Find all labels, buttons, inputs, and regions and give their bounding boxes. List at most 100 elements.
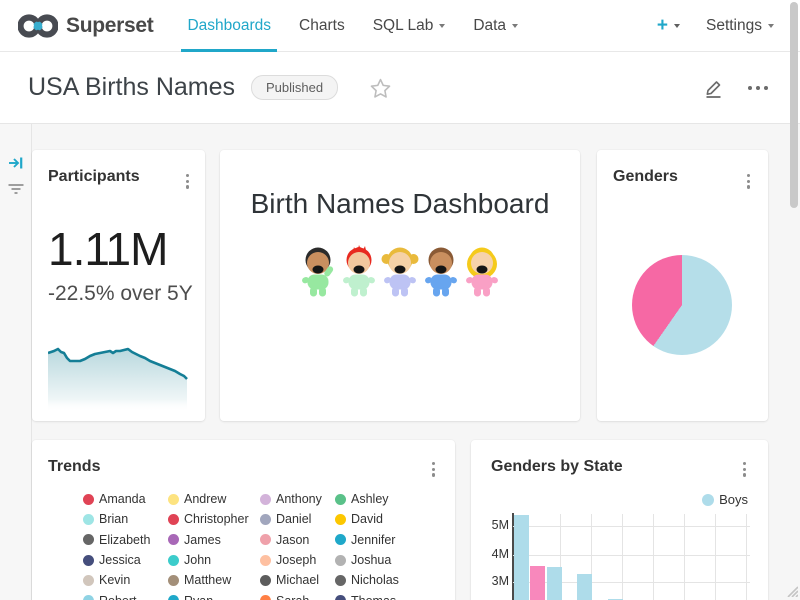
legend-item-matthew[interactable]: Matthew <box>168 570 260 590</box>
markdown-heading: Birth Names Dashboard <box>220 188 580 220</box>
gridline <box>653 514 654 600</box>
y-axis-tick-label: 3M <box>475 574 509 588</box>
resize-handle-icon[interactable] <box>784 583 798 597</box>
chart-title: Participants <box>48 168 189 186</box>
favorite-star-icon[interactable] <box>370 78 391 98</box>
legend-dot <box>168 494 179 505</box>
chevron-down-icon <box>768 24 774 28</box>
superset-logo[interactable]: Superset <box>18 12 153 40</box>
child-emoji <box>421 244 461 298</box>
child-emoji <box>380 244 420 298</box>
kebab-menu-icon[interactable] <box>428 458 439 481</box>
chevron-down-icon <box>512 24 518 28</box>
legend-dot <box>83 534 94 545</box>
legend-dot <box>168 575 179 586</box>
legend-item-james[interactable]: James <box>168 530 260 550</box>
legend-dot <box>168 514 179 525</box>
legend-item-thomas[interactable]: Thomas <box>335 590 439 600</box>
legend-dot <box>168 555 179 566</box>
child-emoji <box>339 244 379 298</box>
legend-item-jason[interactable]: Jason <box>260 530 335 550</box>
big-number-value: 1.11M <box>48 222 167 276</box>
child-emoji <box>298 244 338 298</box>
published-badge[interactable]: Published <box>251 75 338 100</box>
gridline <box>622 514 623 600</box>
legend-dot <box>335 575 346 586</box>
chart-legend: AmandaAndrewAnthonyAshley BrianChristophe… <box>83 489 439 600</box>
superset-infinity-icon <box>18 12 58 40</box>
plus-icon: + <box>657 15 668 37</box>
legend-item-anthony[interactable]: Anthony <box>260 489 335 509</box>
legend-dot <box>83 494 94 505</box>
chart-card-trends: Trends AmandaAndrewAnthonyAshley BrianChr… <box>32 440 455 600</box>
dashboard-header: USA Births Names Published <box>0 52 800 124</box>
legend-item-joshua[interactable]: Joshua <box>335 550 439 570</box>
legend-dot <box>335 494 346 505</box>
settings-menu[interactable]: Settings <box>706 17 774 35</box>
legend-item-amanda[interactable]: Amanda <box>83 489 168 509</box>
legend-item-daniel[interactable]: Daniel <box>260 509 335 529</box>
legend-item-andrew[interactable]: Andrew <box>168 489 260 509</box>
legend-dot <box>335 595 346 600</box>
legend-dot <box>83 514 94 525</box>
nav-dashboards[interactable]: Dashboards <box>173 0 285 52</box>
expand-filter-bar-icon[interactable] <box>7 154 25 172</box>
legend-item-elizabeth[interactable]: Elizabeth <box>83 530 168 550</box>
legend-dot <box>260 555 271 566</box>
bar-boys <box>547 567 562 600</box>
gridline <box>684 514 685 600</box>
legend-item-robert[interactable]: Robert <box>83 590 168 600</box>
trendline-chart <box>48 340 189 412</box>
child-emoji <box>462 244 502 298</box>
nav-charts[interactable]: Charts <box>285 0 359 52</box>
gridline <box>746 514 747 600</box>
pie-chart <box>632 255 732 355</box>
more-actions-icon[interactable] <box>744 82 772 94</box>
bar-chart: 5M4M3M <box>471 440 768 600</box>
legend-item-david[interactable]: David <box>335 509 439 529</box>
new-item-button[interactable]: + <box>657 15 680 37</box>
page-title: USA Births Names <box>28 73 235 102</box>
legend-dot <box>83 595 94 600</box>
legend-item-michael[interactable]: Michael <box>260 570 335 590</box>
big-number-delta: -22.5% over 5Y <box>48 282 193 306</box>
filter-icon[interactable] <box>7 181 25 197</box>
legend-dot <box>335 534 346 545</box>
legend-dot <box>260 595 271 600</box>
legend-dot <box>83 555 94 566</box>
gridline <box>715 514 716 600</box>
bar-boys <box>514 515 529 600</box>
legend-item-jennifer[interactable]: Jennifer <box>335 530 439 550</box>
kebab-menu-icon[interactable] <box>743 170 754 193</box>
chevron-down-icon <box>439 24 445 28</box>
legend-dot <box>260 494 271 505</box>
legend-dot <box>168 595 179 600</box>
bar-girls <box>530 566 545 600</box>
markdown-card: Birth Names Dashboard <box>220 150 580 421</box>
legend-item-brian[interactable]: Brian <box>83 509 168 529</box>
legend-item-christopher[interactable]: Christopher <box>168 509 260 529</box>
legend-item-sarah[interactable]: Sarah <box>260 590 335 600</box>
legend-item-kevin[interactable]: Kevin <box>83 570 168 590</box>
scrollbar-thumb[interactable] <box>790 2 798 208</box>
navbar: Superset Dashboards Charts SQL Lab Data … <box>0 0 800 52</box>
legend-dot <box>83 575 94 586</box>
edit-dashboard-icon[interactable] <box>703 76 724 99</box>
legend-dot <box>168 534 179 545</box>
legend-item-jessica[interactable]: Jessica <box>83 550 168 570</box>
kebab-menu-icon[interactable] <box>182 170 193 193</box>
legend-item-ashley[interactable]: Ashley <box>335 489 439 509</box>
dashboard-grid: Participants 1.11M -22.5% over 5Y Birth … <box>0 124 800 600</box>
nav-data[interactable]: Data <box>459 0 532 52</box>
legend-item-ryan[interactable]: Ryan <box>168 590 260 600</box>
children-emoji-row <box>220 244 580 298</box>
nav-sql-lab[interactable]: SQL Lab <box>359 0 460 52</box>
chart-card-genders: Genders <box>597 150 768 421</box>
legend-dot <box>260 575 271 586</box>
legend-item-joseph[interactable]: Joseph <box>260 550 335 570</box>
legend-dot <box>335 514 346 525</box>
chart-title: Trends <box>48 458 439 476</box>
legend-item-nicholas[interactable]: Nicholas <box>335 570 439 590</box>
chart-card-participants: Participants 1.11M -22.5% over 5Y <box>32 150 205 421</box>
legend-item-john[interactable]: John <box>168 550 260 570</box>
